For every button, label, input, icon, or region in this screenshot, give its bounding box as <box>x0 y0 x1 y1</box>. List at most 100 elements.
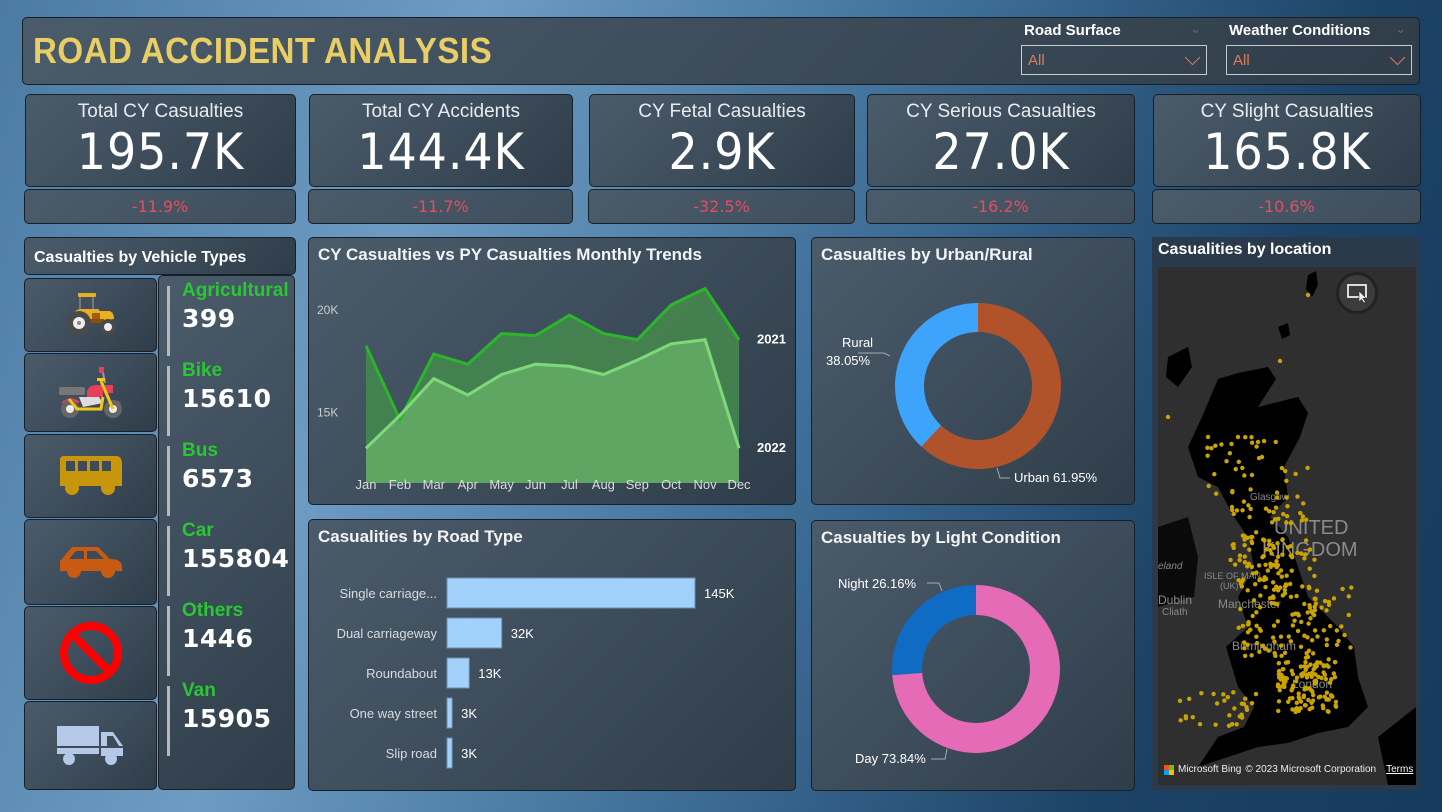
map-dot <box>1213 491 1219 496</box>
van-icon <box>56 725 123 765</box>
chevron-down-icon[interactable]: ⌄ <box>1395 22 1406 37</box>
kpi-label: Total CY Accidents <box>361 101 521 122</box>
map-dot <box>1289 555 1295 560</box>
monthly-trends-chart[interactable]: CY Casualties vs PY Casualties Monthly T… <box>308 237 796 505</box>
location-map-card[interactable]: Casualities by location UNITED KINGDOM G… <box>1152 237 1420 790</box>
kpi-value: 195.7K <box>76 123 245 181</box>
road-type-chart[interactable]: Casualities by Road Type Single carriage… <box>308 519 796 791</box>
vehicle-tile-car[interactable] <box>24 519 157 605</box>
map-dot <box>1229 504 1235 510</box>
map-dot <box>1263 584 1268 590</box>
map-dot <box>1213 722 1218 727</box>
map-dot <box>1286 699 1291 704</box>
map-dot <box>1253 582 1258 587</box>
donut-slice-night[interactable] <box>892 585 976 676</box>
map-dot <box>1249 472 1255 478</box>
chevron-down-icon[interactable]: ⌄ <box>1190 22 1201 37</box>
map-dot <box>1260 554 1265 560</box>
list-item[interactable]: Agricultural 399 <box>167 280 292 356</box>
vehicle-name: Car <box>182 520 214 541</box>
map-dot <box>1263 506 1269 511</box>
kpi-card-fatal-casualties: CY Fetal Casualties 2.9K <box>589 94 855 187</box>
map-dot <box>1298 664 1304 669</box>
map-dot <box>1271 543 1276 549</box>
map-canvas[interactable]: UNITED KINGDOM Glasgow ISLE OF MAN (UK) … <box>1158 267 1416 785</box>
map-dot <box>1205 453 1210 458</box>
map-dot <box>1284 520 1289 525</box>
donut-slice-rural[interactable] <box>895 303 978 447</box>
x-tick-label: Mar <box>423 477 446 492</box>
map-dot <box>1199 691 1204 696</box>
bar[interactable] <box>446 737 453 769</box>
map-dot <box>1305 465 1310 471</box>
map-dot <box>1294 705 1299 711</box>
map-dot <box>1197 722 1203 727</box>
map-dot <box>1214 701 1220 706</box>
kpi-label: Total CY Casualties <box>77 101 244 122</box>
road-surface-dropdown[interactable]: All <box>1021 45 1207 75</box>
list-item[interactable]: Car 155804 <box>167 520 292 596</box>
map-dot <box>1245 535 1250 541</box>
map-dot <box>1314 588 1320 593</box>
list-item[interactable]: Bike 15610 <box>167 360 292 436</box>
light-condition-chart[interactable]: Casualties by Light Condition Night 26.1… <box>811 520 1135 791</box>
bar[interactable] <box>446 657 470 689</box>
map-dot <box>1278 634 1284 639</box>
kpi-delta: -16.2% <box>866 189 1135 224</box>
map-dot <box>1232 706 1237 711</box>
map-dot <box>1205 434 1211 440</box>
bar[interactable] <box>446 577 696 609</box>
map-dot <box>1315 634 1320 639</box>
vehicle-tile-bus[interactable] <box>24 434 157 518</box>
urban-rural-chart[interactable]: Casualties by Urban/Rural Rural 38.05% U… <box>811 237 1135 505</box>
vehicle-tile-van[interactable] <box>24 701 157 790</box>
map-copyright: © 2023 Microsoft Corporation <box>1245 764 1377 775</box>
map-dot <box>1323 676 1329 682</box>
list-item[interactable]: Others 1446 <box>167 600 292 676</box>
vehicle-tile-others[interactable] <box>24 606 157 700</box>
vehicle-name: Agricultural <box>182 280 289 301</box>
leader-line <box>931 748 948 760</box>
map-dot <box>1342 632 1347 638</box>
map-dot <box>1313 596 1318 602</box>
map-dot <box>1266 542 1272 547</box>
slicer-value: All <box>1028 51 1045 69</box>
map-provider: Microsoft Bing <box>1178 764 1242 775</box>
map-dot <box>1282 468 1288 474</box>
map-dot <box>1281 684 1286 689</box>
map-dot <box>1267 538 1272 544</box>
map-dot <box>1261 438 1267 444</box>
bar-data-label: 13K <box>478 666 501 681</box>
weather-conditions-dropdown[interactable]: All <box>1226 45 1412 75</box>
map-dot <box>1305 664 1310 669</box>
bar[interactable] <box>446 697 453 729</box>
vehicle-tile-agricultural[interactable] <box>24 278 157 352</box>
map-terms-link[interactable]: Terms <box>1386 764 1413 775</box>
chevron-down-icon[interactable] <box>1184 49 1201 66</box>
list-item[interactable]: Van 15905 <box>167 680 292 756</box>
map-dot <box>1295 550 1300 556</box>
map-dot <box>1257 605 1263 610</box>
map-dot <box>1320 703 1325 708</box>
list-item[interactable]: Bus 6573 <box>167 440 292 516</box>
bar-data-label: 145K <box>704 586 735 601</box>
map-dot <box>1316 674 1321 679</box>
chevron-down-icon[interactable] <box>1389 49 1406 66</box>
road-surface-slicer[interactable]: Road Surface ⌄ All <box>1021 22 1207 75</box>
map-dot <box>1292 618 1297 623</box>
map-dot <box>1245 588 1250 593</box>
map-dot <box>1299 619 1304 625</box>
kpi-label: CY Fetal Casualties <box>638 101 806 122</box>
map-dot <box>1242 473 1247 478</box>
night-data-label: Night 26.16% <box>838 576 916 591</box>
bar[interactable] <box>446 617 503 649</box>
map-dot <box>1309 700 1314 705</box>
vehicle-tile-bike[interactable] <box>24 353 157 432</box>
map-dot <box>1247 514 1252 520</box>
weather-conditions-slicer[interactable]: Weather Conditions ⌄ All <box>1226 22 1412 75</box>
map-dot <box>1230 490 1235 495</box>
bar-category-label: Dual carriageway <box>337 626 438 641</box>
x-tick-label: Oct <box>661 477 682 492</box>
focus-mode-button[interactable] <box>1336 272 1378 314</box>
vehicle-count: 399 <box>182 304 236 333</box>
